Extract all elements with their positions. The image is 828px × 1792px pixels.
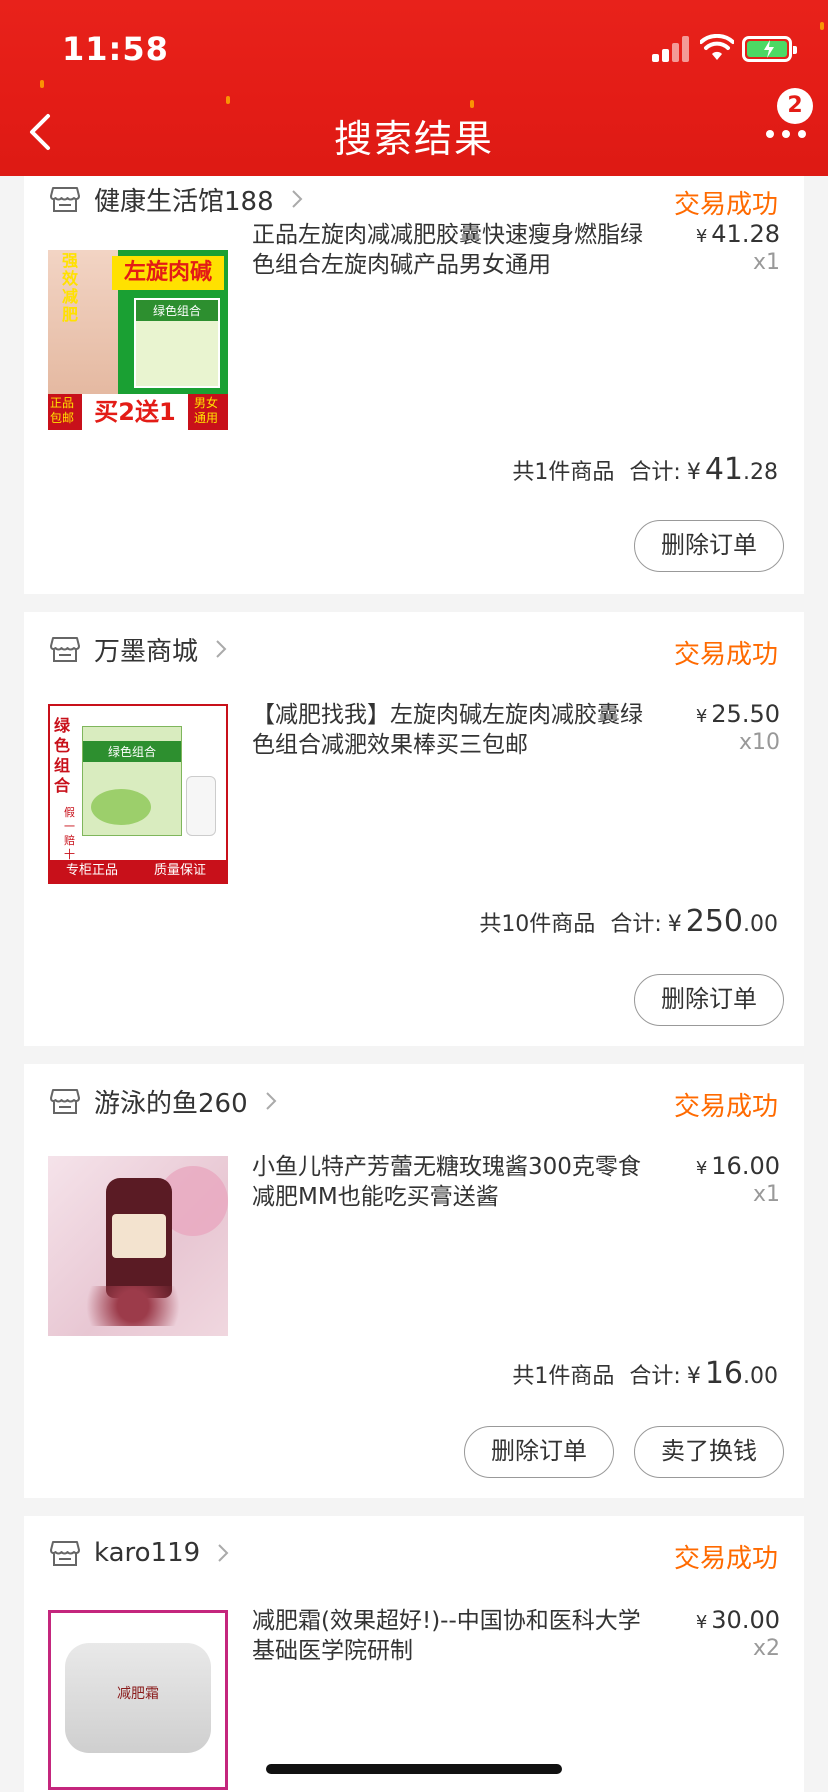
- page-title: 搜索结果: [333, 117, 494, 161]
- dried-roses: [58, 1286, 208, 1326]
- product-price: ¥30.00: [695, 1606, 780, 1634]
- order-summary: 共1件商品 合计: ¥41.28: [512, 452, 778, 487]
- order-summary: 共10件商品 合计: ¥250.00: [479, 904, 778, 939]
- thumb-footer: 正品包邮 买2送1 男女通用: [48, 394, 228, 430]
- store-link[interactable]: 健康生活馆188: [50, 176, 304, 222]
- cellular-signal-icon: [652, 36, 692, 62]
- store-link[interactable]: karo119: [50, 1530, 230, 1576]
- status-time: 11:58: [62, 30, 169, 68]
- store-icon: [50, 187, 80, 212]
- delete-order-button[interactable]: 删除订单: [464, 1426, 614, 1478]
- store-name: 万墨商城: [94, 636, 199, 667]
- header-decoration: [470, 100, 474, 108]
- chevron-right-icon: [216, 640, 227, 658]
- product-quantity: x1: [752, 250, 780, 275]
- thumb-side-text: 强效减肥: [62, 251, 79, 324]
- order-status: 交易成功: [673, 640, 778, 670]
- product-title[interactable]: 减肥霜(效果超好!)--中国协和医科大学基础医学院研制: [252, 1606, 652, 1666]
- order-card[interactable]: 万墨商城 交易成功 绿色组合 假一赔十 绿色组合 专柜正品 质量保证 【减肥找我…: [24, 612, 804, 1046]
- product-bottle: [186, 776, 216, 836]
- chevron-right-icon: [218, 1544, 229, 1562]
- chevron-right-icon: [265, 1092, 277, 1110]
- chevron-right-icon: [291, 190, 303, 208]
- message-count-badge: 2: [777, 88, 813, 124]
- product-price: ¥16.00: [695, 1152, 780, 1180]
- order-status: 交易成功: [673, 1544, 778, 1574]
- more-menu-button[interactable]: [760, 118, 812, 148]
- jar-image: [106, 1178, 172, 1298]
- battery-icon: [742, 36, 797, 62]
- store-name: 健康生活馆188: [94, 186, 274, 217]
- order-card[interactable]: 健康生活馆188 交易成功 左旋肉碱 强效减肥 绿色组合 正品包邮 买2送1 男…: [24, 176, 804, 594]
- header-decoration: [40, 80, 44, 88]
- product-title[interactable]: 【减肥找我】左旋肉碱左旋肉减胶囊绿色组合减淝效果棒买三包邮: [252, 700, 652, 760]
- store-link[interactable]: 万墨商城: [50, 626, 228, 672]
- order-card[interactable]: 游泳的鱼260 交易成功 小鱼儿特产芳蕾无糖玫瑰酱300克零食减肥MM也能吃买膏…: [24, 1064, 804, 1498]
- product-price: ¥25.50: [695, 700, 780, 728]
- header-decoration: [820, 22, 824, 30]
- home-indicator[interactable]: [266, 1764, 562, 1774]
- product-quantity: x1: [752, 1182, 780, 1207]
- product-box: 绿色组合: [134, 298, 220, 388]
- product-price: ¥41.28: [695, 220, 780, 248]
- product-thumbnail[interactable]: [48, 1156, 228, 1336]
- order-status: 交易成功: [673, 1092, 778, 1122]
- store-name: 游泳的鱼260: [94, 1088, 248, 1119]
- store-link[interactable]: 游泳的鱼260: [50, 1078, 278, 1124]
- product-thumbnail[interactable]: 左旋肉碱 强效减肥 绿色组合 正品包邮 买2送1 男女通用: [48, 250, 228, 430]
- app-header: 11:58 搜索结果 2: [0, 0, 828, 176]
- store-icon: [50, 1541, 80, 1566]
- wifi-icon: [700, 34, 734, 60]
- store-icon: [50, 637, 80, 662]
- resell-button[interactable]: 卖了换钱: [634, 1426, 784, 1478]
- store-icon: [50, 1089, 80, 1114]
- product-quantity: x10: [738, 730, 780, 755]
- header-decoration: [226, 96, 230, 104]
- thumb-footer: 专柜正品 质量保证: [50, 860, 226, 882]
- cream-jar: 减肥霜: [65, 1643, 211, 1753]
- product-title[interactable]: 小鱼儿特产芳蕾无糖玫瑰酱300克零食减肥MM也能吃买膏送酱: [252, 1152, 652, 1212]
- store-name: karo119: [94, 1538, 201, 1568]
- order-status: 交易成功: [673, 190, 778, 220]
- product-thumbnail[interactable]: 减肥霜: [48, 1610, 228, 1790]
- product-thumbnail[interactable]: 绿色组合 假一赔十 绿色组合 专柜正品 质量保证: [48, 704, 228, 884]
- delete-order-button[interactable]: 删除订单: [634, 974, 784, 1026]
- thumb-banner-text: 左旋肉碱: [112, 256, 224, 290]
- product-quantity: x2: [752, 1636, 780, 1661]
- product-title[interactable]: 正品左旋肉减减肥胶囊快速瘦身燃脂绿色组合左旋肉碱产品男女通用: [252, 220, 652, 280]
- product-box: 绿色组合: [82, 726, 182, 836]
- order-summary: 共1件商品 合计: ¥16.00: [512, 1356, 778, 1391]
- order-card[interactable]: karo119 交易成功 减肥霜 减肥霜(效果超好!)--中国协和医科大学基础医…: [24, 1516, 804, 1792]
- delete-order-button[interactable]: 删除订单: [634, 520, 784, 572]
